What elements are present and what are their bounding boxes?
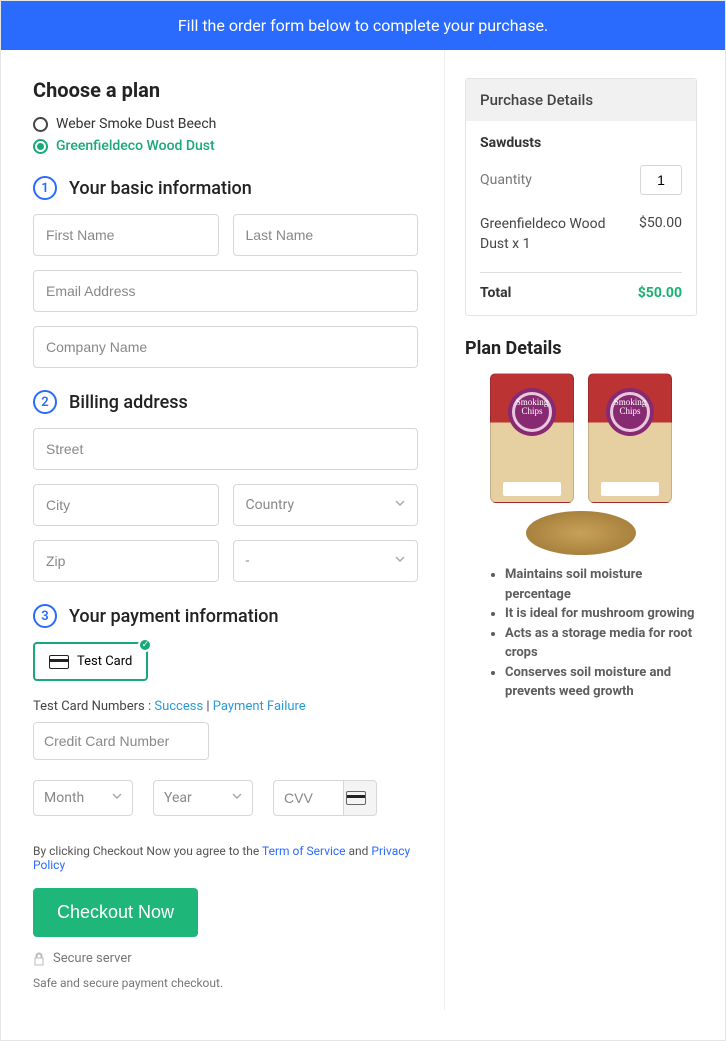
hint-prefix: Test Card Numbers : — [33, 699, 154, 714]
checkout-button[interactable]: Checkout Now — [33, 888, 198, 937]
section-basic-info: 1 Your basic information — [33, 176, 418, 200]
exp-month-select[interactable]: Month — [33, 780, 133, 816]
test-success-link[interactable]: Success — [154, 699, 203, 714]
payment-method-test-card[interactable]: ✓ Test Card — [33, 642, 148, 681]
plan-details-heading: Plan Details — [465, 338, 697, 359]
body: Choose a plan Weber Smoke Dust Beech Gre… — [1, 50, 725, 1040]
chevron-down-icon — [232, 793, 242, 803]
step-number: 3 — [33, 604, 57, 628]
terms-line: By clicking Checkout Now you agree to th… — [33, 844, 418, 872]
step-number: 2 — [33, 390, 57, 414]
divider — [480, 272, 682, 273]
list-item: Conserves soil moisture and prevents wee… — [505, 663, 697, 702]
section-title: Your payment information — [69, 606, 279, 627]
plan-option-greenfieldeco[interactable]: Greenfieldeco Wood Dust — [33, 138, 418, 154]
credit-card-number-input[interactable] — [33, 722, 209, 760]
purchase-details-header: Purchase Details — [466, 79, 696, 121]
plan-option-label: Weber Smoke Dust Beech — [56, 116, 216, 132]
sawdust-pile — [526, 511, 636, 555]
quantity-row: Quantity — [480, 165, 682, 195]
payment-method-label: Test Card — [77, 654, 132, 669]
section-title: Billing address — [69, 392, 188, 413]
bag-brand-label: Smoking Chips — [512, 398, 552, 416]
select-placeholder: Country — [246, 497, 295, 513]
plan-features-list: Maintains soil moisture percentage It is… — [465, 565, 697, 702]
email-input[interactable] — [33, 270, 418, 312]
cvv-group — [273, 780, 377, 816]
test-card-hint: Test Card Numbers : Success | Payment Fa… — [33, 699, 418, 714]
hint-sep: | — [203, 699, 213, 714]
safe-checkout-line: Safe and secure payment checkout. — [33, 976, 418, 990]
city-input[interactable] — [33, 484, 219, 526]
product-title: Sawdusts — [480, 135, 682, 151]
line-item-name: Greenfieldeco Wood Dust x 1 — [480, 215, 620, 254]
product-bag-1: Smoking Chips ALDER — [490, 373, 574, 503]
cvv-input[interactable] — [273, 780, 343, 816]
section-title: Your basic information — [69, 178, 252, 199]
quantity-label: Quantity — [480, 172, 532, 188]
select-placeholder: - — [246, 553, 250, 569]
product-image: Smoking Chips ALDER Smoking Chips APPLE — [486, 373, 676, 553]
step-number: 1 — [33, 176, 57, 200]
country-select[interactable]: Country — [233, 484, 419, 526]
checkout-page: Fill the order form below to complete yo… — [0, 0, 726, 1041]
company-input[interactable] — [33, 326, 418, 368]
total-label: Total — [480, 285, 511, 301]
terms-prefix: By clicking Checkout Now you agree to th… — [33, 844, 262, 858]
purchase-details-body: Sawdusts Quantity Greenfieldeco Wood Dus… — [466, 121, 696, 315]
test-failure-link[interactable]: Payment Failure — [213, 699, 306, 714]
form-column: Choose a plan Weber Smoke Dust Beech Gre… — [1, 50, 445, 1010]
radio-icon — [33, 139, 48, 154]
plan-option-weber[interactable]: Weber Smoke Dust Beech — [33, 116, 418, 132]
select-placeholder: Month — [44, 790, 84, 806]
purchase-details-card: Purchase Details Sawdusts Quantity Green… — [465, 78, 697, 316]
quantity-input[interactable] — [640, 165, 682, 195]
bag-flavor-label: ALDER — [520, 486, 544, 494]
section-payment-info: 3 Your payment information — [33, 604, 418, 628]
cvv-card-icon — [343, 780, 377, 816]
section-billing-address: 2 Billing address — [33, 390, 418, 414]
state-select[interactable]: - — [233, 540, 419, 582]
check-icon: ✓ — [138, 638, 152, 652]
credit-card-icon — [346, 791, 366, 805]
choose-plan-heading: Choose a plan — [33, 78, 418, 102]
list-item: Acts as a storage media for root crops — [505, 624, 697, 663]
total-amount: $50.00 — [638, 285, 682, 301]
banner: Fill the order form below to complete yo… — [1, 1, 725, 50]
first-name-input[interactable] — [33, 214, 219, 256]
street-input[interactable] — [33, 428, 418, 470]
exp-year-select[interactable]: Year — [153, 780, 253, 816]
radio-icon — [33, 117, 48, 132]
credit-card-icon — [49, 655, 69, 669]
line-item: Greenfieldeco Wood Dust x 1 $50.00 — [480, 209, 682, 260]
bag-flavor-label: APPLE — [618, 486, 642, 494]
list-item: It is ideal for mushroom growing — [505, 604, 697, 624]
zip-input[interactable] — [33, 540, 219, 582]
terms-and: and — [346, 844, 372, 858]
bag-brand-label: Smoking Chips — [610, 398, 650, 416]
chevron-down-icon — [112, 793, 122, 803]
product-bag-2: Smoking Chips APPLE — [588, 373, 672, 503]
last-name-input[interactable] — [233, 214, 419, 256]
chevron-down-icon — [395, 556, 405, 566]
select-placeholder: Year — [164, 790, 192, 806]
total-row: Total $50.00 — [480, 285, 682, 301]
summary-column: Purchase Details Sawdusts Quantity Green… — [445, 50, 725, 1010]
chevron-down-icon — [395, 500, 405, 510]
list-item: Maintains soil moisture percentage — [505, 565, 697, 604]
terms-of-service-link[interactable]: Term of Service — [262, 844, 346, 858]
plan-option-label: Greenfieldeco Wood Dust — [56, 138, 215, 154]
line-item-price: $50.00 — [639, 215, 682, 254]
